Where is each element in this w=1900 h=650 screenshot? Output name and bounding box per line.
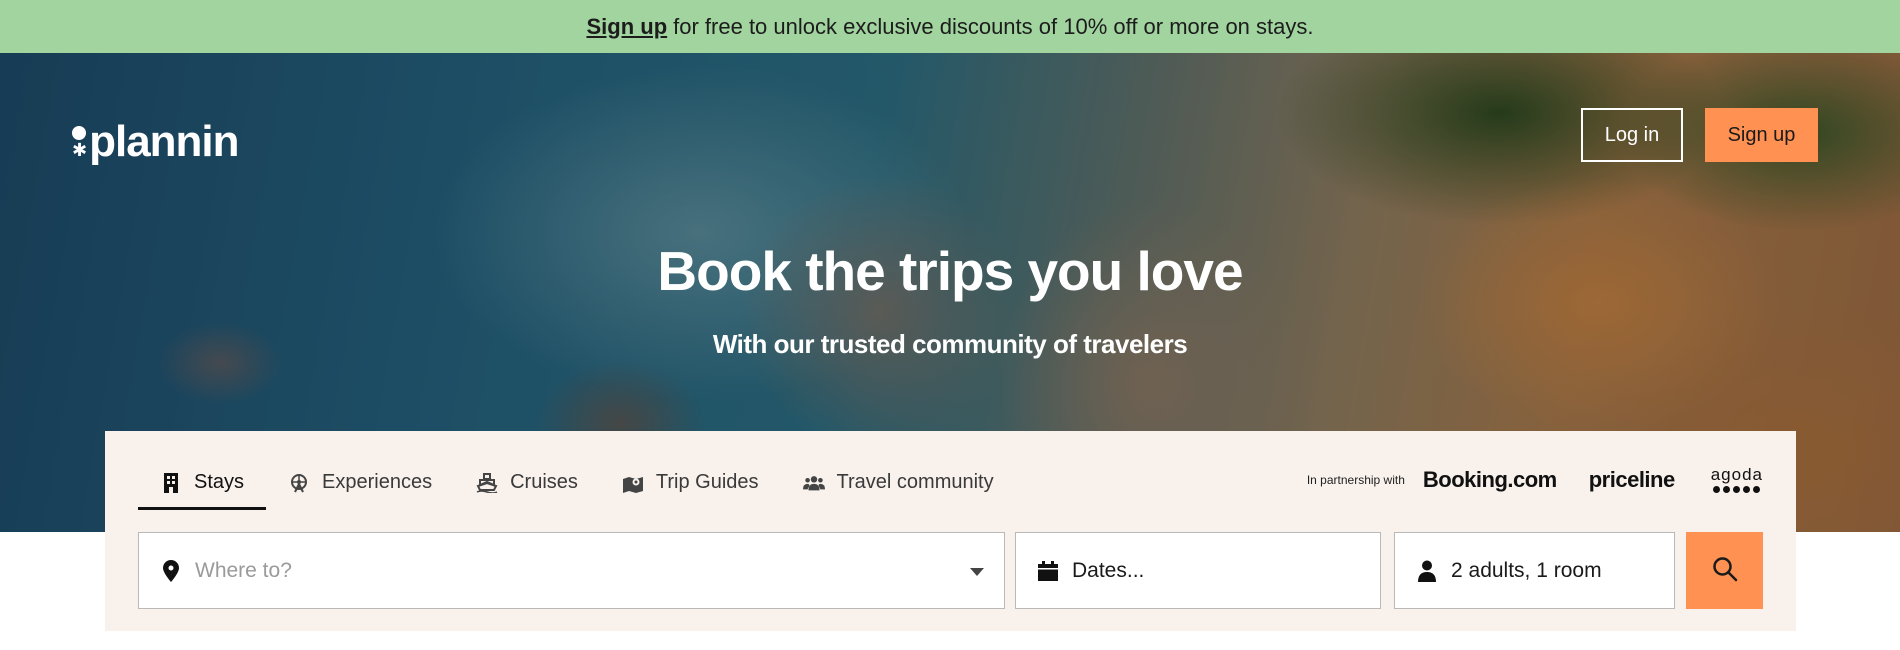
category-tabs: Stays Experiences Cruises Trip Guides Tr… — [138, 455, 1016, 510]
agoda-logo: agoda — [1710, 465, 1763, 493]
guests-field[interactable]: 2 adults, 1 room — [1394, 532, 1675, 609]
map-pin-icon — [622, 472, 644, 494]
booking-logo: Booking.com — [1422, 467, 1557, 492]
agoda-logo-text: agoda — [1710, 465, 1763, 484]
hero-title: Book the trips you love — [657, 240, 1243, 302]
tab-travel-community[interactable]: Travel community — [781, 455, 1016, 510]
search-panel: Stays Experiences Cruises Trip Guides Tr… — [105, 431, 1796, 631]
banner-signup-link[interactable]: Sign up — [586, 14, 667, 40]
tab-label: Cruises — [510, 471, 578, 493]
signup-button[interactable]: Sign up — [1705, 108, 1818, 162]
hero-subtitle: With our trusted community of travelers — [712, 329, 1188, 359]
destination-field[interactable]: Where to? — [138, 532, 1005, 609]
tab-label: Travel community — [836, 471, 994, 493]
search-icon — [1712, 556, 1738, 585]
banner-text: for free to unlock exclusive discounts o… — [673, 13, 1314, 39]
logo-mark-icon: ✱ — [72, 126, 87, 159]
partners-label: In partnership with — [1306, 473, 1405, 487]
tab-cruises[interactable]: Cruises — [454, 455, 600, 510]
tab-label: Experiences — [322, 471, 433, 493]
priceline-logo: priceline — [1588, 467, 1675, 492]
login-button[interactable]: Log in — [1581, 108, 1683, 162]
ship-icon — [476, 472, 498, 494]
chevron-down-icon[interactable] — [970, 568, 984, 576]
dates-field[interactable]: Dates... — [1015, 532, 1381, 609]
users-icon — [802, 472, 825, 494]
tab-trip-guides[interactable]: Trip Guides — [600, 455, 781, 510]
partners-strip: In partnership with Booking.com pricelin… — [1307, 465, 1763, 495]
tab-stays[interactable]: Stays — [138, 455, 267, 510]
agoda-dots-icon — [1713, 486, 1761, 493]
calendar-icon — [1038, 560, 1058, 582]
tab-label: Trip Guides — [655, 471, 759, 493]
tab-experiences[interactable]: Experiences — [266, 455, 454, 510]
hotel-building-icon — [160, 472, 182, 494]
logo[interactable]: ✱ plannin — [72, 117, 240, 167]
ferris-wheel-icon — [288, 472, 310, 494]
promo-banner: Sign up for free to unlock exclusive dis… — [0, 0, 1900, 53]
location-pin-icon — [161, 559, 181, 582]
dates-placeholder: Dates... — [1072, 558, 1145, 582]
logo-text: plannin — [89, 117, 239, 166]
search-button[interactable] — [1686, 532, 1763, 609]
person-icon — [1417, 560, 1437, 582]
tab-label: Stays — [194, 471, 245, 493]
destination-placeholder: Where to? — [195, 558, 292, 582]
guests-value: 2 adults, 1 room — [1451, 558, 1602, 582]
